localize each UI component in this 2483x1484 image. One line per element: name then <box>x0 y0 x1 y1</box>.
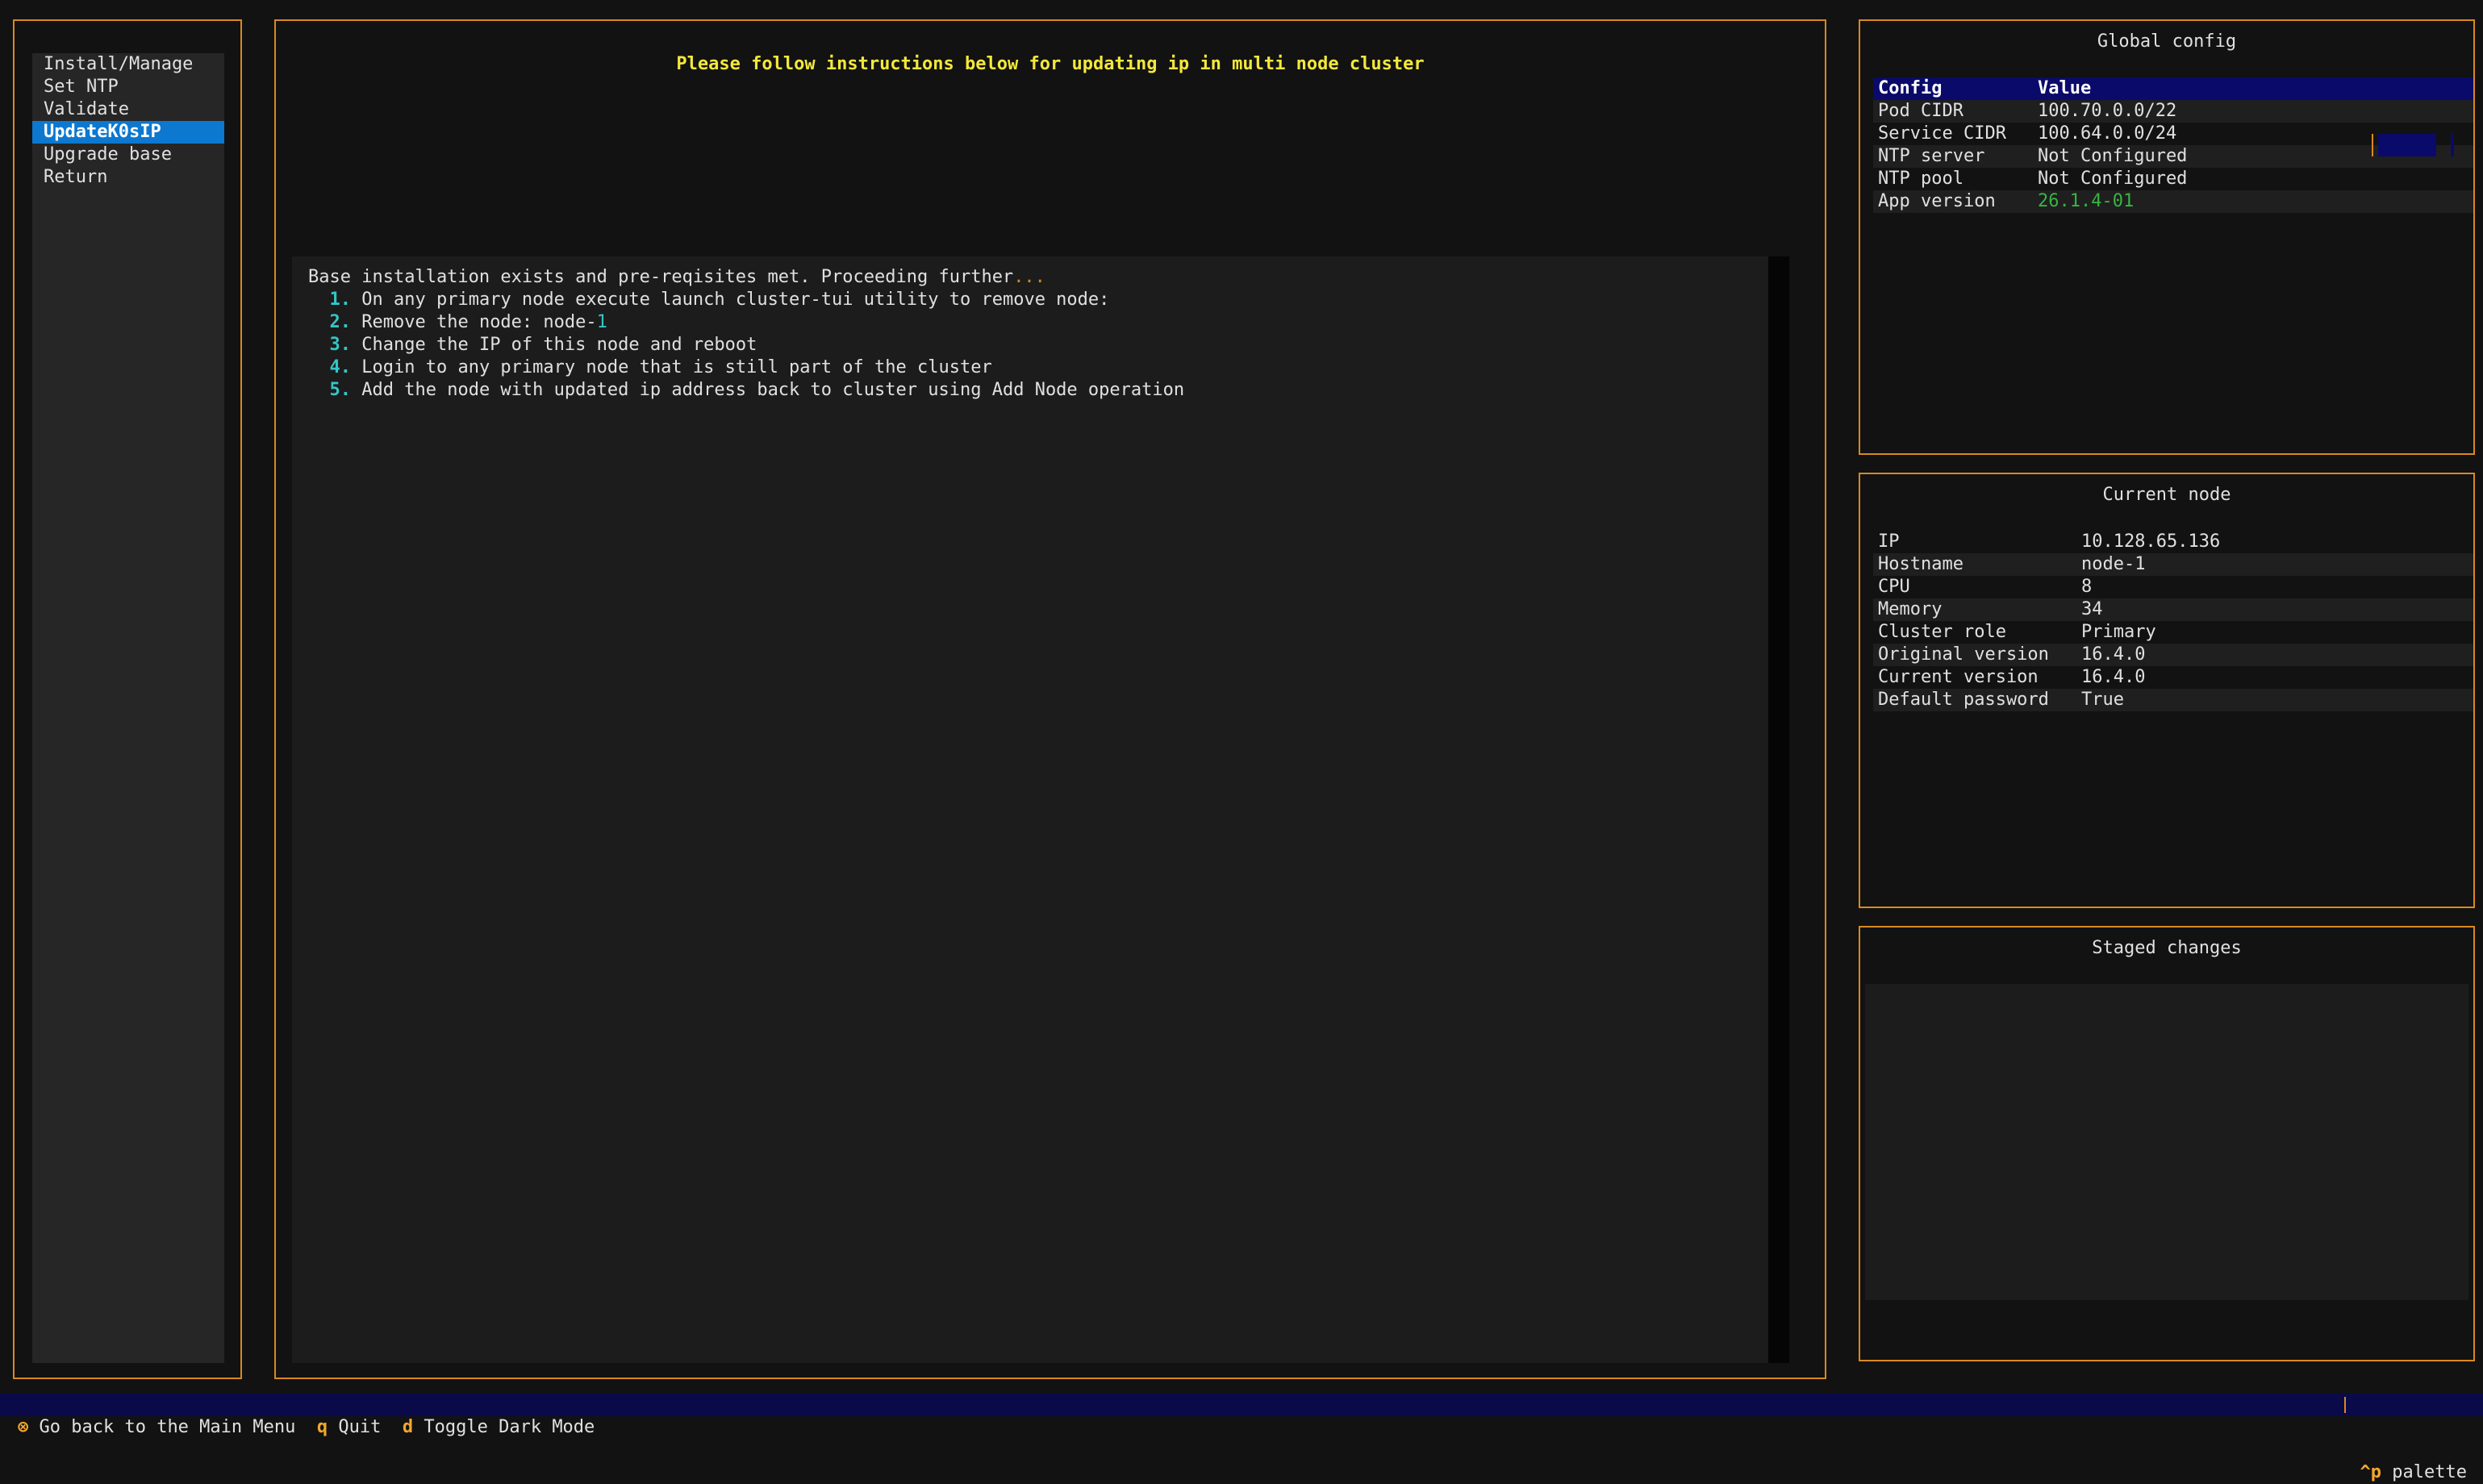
palette-key: ^p <box>2360 1462 2382 1482</box>
config-key: NTP server <box>1878 146 1985 166</box>
log-intro-text: Base installation exists and pre-reqisit… <box>308 267 1014 287</box>
footer-keybar: ⊗ Go back to the Main Menu q Quit d Togg… <box>0 1394 2483 1482</box>
table-row: Current version 16.4.0 <box>1873 666 2473 689</box>
binding-back[interactable]: ⊗ Go back to the Main Menu <box>18 1417 295 1437</box>
node-value: Primary <box>2081 622 2156 642</box>
table-row: Original version 16.4.0 <box>1873 644 2473 666</box>
sidebar-item-return[interactable]: Return <box>32 166 224 189</box>
global-config-title: Global config <box>2097 31 2237 52</box>
config-key: NTP pool <box>1878 169 1963 189</box>
header-config: Config <box>1878 78 1943 98</box>
palette-label: palette <box>2392 1462 2467 1482</box>
sidebar-item-validate[interactable]: Validate <box>32 98 224 121</box>
log-scrollbar[interactable] <box>1768 256 1789 1363</box>
binding-dark-mode-key: d <box>402 1417 414 1437</box>
table-row: Default password True <box>1873 689 2473 711</box>
staged-changes-panel: Staged changes <box>1859 926 2475 1361</box>
sidebar-item-update-k0s-ip[interactable]: UpdateK0sIP <box>32 121 224 144</box>
log-step: 1. On any primary node execute launch cl… <box>308 289 1184 311</box>
table-row[interactable]: App version 26.1.4-01 <box>1873 190 2473 213</box>
step-number: 5. <box>329 380 352 400</box>
table-cursor-indicator <box>2372 134 2460 156</box>
table-row[interactable]: Pod CIDR 100.70.0.0/22 <box>1873 100 2473 123</box>
node-key: Default password <box>1878 690 2049 710</box>
config-key: Service CIDR <box>1878 123 2006 144</box>
table-row[interactable]: NTP pool Not Configured <box>1873 168 2473 190</box>
log-step: 2. Remove the node: node-1 <box>308 311 1184 334</box>
config-value: Not Configured <box>2038 169 2188 189</box>
node-value: 34 <box>2081 599 2103 619</box>
binding-quit-label: Quit <box>338 1417 382 1437</box>
close-circle-icon: ⊗ <box>18 1417 29 1437</box>
step-text: Login to any primary node that is still … <box>361 357 992 377</box>
staged-changes-list[interactable] <box>1865 984 2468 1300</box>
step-text: Add the node with updated ip address bac… <box>361 380 1185 400</box>
config-value: Not Configured <box>2038 146 2188 166</box>
config-value: 100.64.0.0/24 <box>2038 123 2177 144</box>
node-value: node-1 <box>2081 554 2146 574</box>
node-key: Memory <box>1878 599 1943 619</box>
sidebar-panel: Install/Manage Set NTP Validate UpdateK0… <box>13 19 242 1379</box>
node-key: Original version <box>1878 644 2049 665</box>
sidebar-menu: Install/Manage Set NTP Validate UpdateK0… <box>32 53 224 1363</box>
binding-dark-mode-label: Toggle Dark Mode <box>424 1417 595 1437</box>
main-panel: Please follow instructions below for upd… <box>274 19 1826 1379</box>
table-row: Memory 34 <box>1873 598 2473 621</box>
node-key: IP <box>1878 531 1900 552</box>
node-key: CPU <box>1878 577 1910 597</box>
log-step: 4. Login to any primary node that is sti… <box>308 356 1184 379</box>
node-value: 16.4.0 <box>2081 644 2146 665</box>
node-value: 16.4.0 <box>2081 667 2146 687</box>
table-header: Config Value <box>1873 77 2473 100</box>
node-key: Current version <box>1878 667 2039 687</box>
node-value: 10.128.65.136 <box>2081 531 2221 552</box>
step-number: 2. <box>329 312 352 332</box>
step-node-suffix: 1 <box>596 312 607 332</box>
step-number: 3. <box>329 335 352 355</box>
current-node-table: IP 10.128.65.136 Hostname node-1 CPU 8 Memo… <box>1873 531 2473 711</box>
binding-back-label: Go back to the Main Menu <box>39 1417 296 1437</box>
step-number: 4. <box>329 357 352 377</box>
cursor-block <box>2378 134 2436 156</box>
cursor-bar <box>2372 134 2373 156</box>
page-title: Please follow instructions below for upd… <box>676 54 1425 74</box>
log-lines: Base installation exists and pre-reqisit… <box>308 266 1184 402</box>
table-row: Cluster role Primary <box>1873 621 2473 644</box>
node-key: Cluster role <box>1878 622 2006 642</box>
node-value: True <box>2081 690 2124 710</box>
cursor-edge <box>2451 134 2454 156</box>
binding-quit-key: q <box>316 1417 328 1437</box>
log-step: 3. Change the IP of this node and reboot <box>308 334 1184 356</box>
step-text: Remove the node: node- <box>361 312 597 332</box>
config-key: Pod CIDR <box>1878 101 1963 121</box>
current-node-title: Current node <box>2102 485 2231 505</box>
header-value: Value <box>2038 78 2092 98</box>
config-value: 100.70.0.0/22 <box>2038 101 2177 121</box>
log-step: 5. Add the node with updated ip address … <box>308 379 1185 402</box>
log-intro-dots: ... <box>1013 267 1045 287</box>
sidebar-item-install-manage[interactable]: Install/Manage <box>32 53 224 76</box>
log-intro: Base installation exists and pre-reqisit… <box>308 266 1184 289</box>
binding-dark-mode[interactable]: d Toggle Dark Mode <box>403 1417 595 1437</box>
step-text: On any primary node execute launch clust… <box>361 290 1110 310</box>
step-text: Change the IP of this node and reboot <box>361 335 757 355</box>
node-key: Hostname <box>1878 554 1963 574</box>
footer-bindings: ⊗ Go back to the Main Menu q Quit d Togg… <box>18 1416 595 1439</box>
binding-quit[interactable]: q Quit <box>317 1417 381 1437</box>
table-row: CPU 8 <box>1873 576 2473 598</box>
table-row: IP 10.128.65.136 <box>1873 531 2473 553</box>
node-value: 8 <box>2081 577 2093 597</box>
staged-changes-title: Staged changes <box>2092 938 2242 958</box>
sidebar-item-set-ntp[interactable]: Set NTP <box>32 76 224 98</box>
global-config-panel: Global config Config Value Pod CIDR 100.70… <box>1859 19 2475 455</box>
instructions-log[interactable]: Base installation exists and pre-reqisit… <box>292 256 1789 1363</box>
current-node-panel: Current node IP 10.128.65.136 Hostname nod… <box>1859 473 2475 908</box>
table-row: Hostname node-1 <box>1873 553 2473 576</box>
app-version-value: 26.1.4-01 <box>2038 191 2135 211</box>
config-key: App version <box>1878 191 1996 211</box>
footer-separator <box>2344 1397 2346 1413</box>
step-number: 1. <box>329 290 352 310</box>
command-palette-button[interactable]: ^p palette <box>2360 1461 2467 1484</box>
sidebar-item-upgrade-base[interactable]: Upgrade base <box>32 144 224 166</box>
